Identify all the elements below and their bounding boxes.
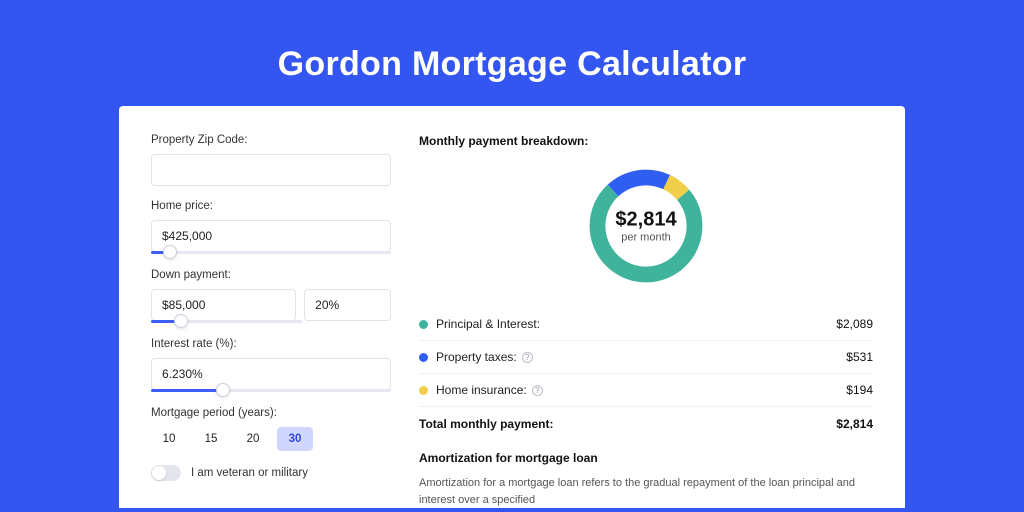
legend: Principal & Interest:$2,089Property taxe…	[419, 308, 873, 407]
legend-label: Home insurance:?	[436, 383, 846, 397]
legend-dot-icon	[419, 386, 428, 395]
legend-dot-icon	[419, 320, 428, 329]
interest-input[interactable]	[151, 358, 391, 390]
legend-value: $2,089	[836, 317, 873, 331]
inputs-panel: Property Zip Code: Home price: Down paym…	[151, 134, 391, 508]
down-payment-label: Down payment:	[151, 269, 391, 281]
zip-label: Property Zip Code:	[151, 134, 391, 146]
period-label: Mortgage period (years):	[151, 407, 391, 419]
total-label: Total monthly payment:	[419, 417, 836, 431]
zip-field-block: Property Zip Code:	[151, 134, 391, 186]
donut-center: $2,814 per month	[615, 209, 676, 244]
legend-value: $531	[846, 350, 873, 364]
period-block: Mortgage period (years): 10152030	[151, 407, 391, 451]
period-option-15[interactable]: 15	[193, 427, 229, 451]
zip-input[interactable]	[151, 154, 391, 186]
donut-sub: per month	[615, 232, 676, 244]
veteran-toggle[interactable]	[151, 465, 181, 481]
home-price-block: Home price:	[151, 200, 391, 255]
interest-block: Interest rate (%):	[151, 338, 391, 393]
total-value: $2,814	[836, 417, 873, 431]
down-payment-input[interactable]	[151, 289, 296, 321]
veteran-row: I am veteran or military	[151, 465, 391, 481]
breakdown-title: Monthly payment breakdown:	[419, 134, 873, 148]
down-payment-block: Down payment:	[151, 269, 391, 324]
down-payment-pct-input[interactable]	[304, 289, 391, 321]
page-title: Gordon Mortgage Calculator	[0, 0, 1024, 106]
legend-label: Property taxes:?	[436, 350, 846, 364]
legend-row: Home insurance:?$194	[419, 374, 873, 407]
interest-slider[interactable]	[151, 389, 391, 393]
interest-label: Interest rate (%):	[151, 338, 391, 350]
period-option-30[interactable]: 30	[277, 427, 313, 451]
info-icon[interactable]: ?	[532, 385, 543, 396]
total-row: Total monthly payment: $2,814	[419, 407, 873, 445]
legend-row: Principal & Interest:$2,089	[419, 308, 873, 341]
veteran-label: I am veteran or military	[191, 467, 308, 479]
donut-chart-wrap: $2,814 per month	[419, 162, 873, 290]
period-option-10[interactable]: 10	[151, 427, 187, 451]
donut-amount: $2,814	[615, 209, 676, 232]
legend-label: Principal & Interest:	[436, 317, 836, 331]
calculator-card: Property Zip Code: Home price: Down paym…	[119, 106, 905, 508]
period-option-20[interactable]: 20	[235, 427, 271, 451]
amortization-body: Amortization for a mortgage loan refers …	[419, 475, 873, 508]
home-price-slider[interactable]	[151, 251, 391, 255]
legend-row: Property taxes:?$531	[419, 341, 873, 374]
down-payment-slider[interactable]	[151, 320, 302, 324]
legend-value: $194	[846, 383, 873, 397]
info-icon[interactable]: ?	[522, 352, 533, 363]
legend-dot-icon	[419, 353, 428, 362]
period-options: 10152030	[151, 427, 391, 451]
results-panel: Monthly payment breakdown: $2,814 per mo…	[419, 134, 873, 508]
home-price-input[interactable]	[151, 220, 391, 252]
home-price-label: Home price:	[151, 200, 391, 212]
amortization-title: Amortization for mortgage loan	[419, 451, 873, 465]
